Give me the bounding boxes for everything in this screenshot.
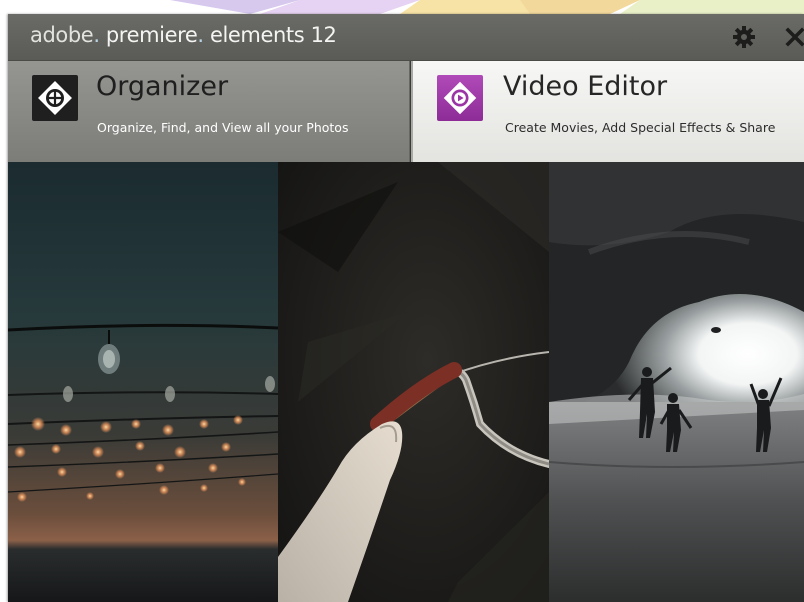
workspace-tabs: Organizer Organize, Find, and View all y… [8, 61, 804, 162]
app-title-suffix: elements 12 [203, 23, 337, 47]
close-icon [785, 27, 804, 47]
tab-organizer[interactable]: Organizer Organize, Find, and View all y… [8, 61, 410, 162]
settings-button[interactable] [730, 23, 758, 51]
organizer-icon [32, 75, 78, 121]
tab-video-editor-subtitle: Create Movies, Add Special Effects & Sha… [505, 120, 776, 135]
tab-organizer-label: Organizer [96, 71, 229, 102]
photo-string-lights [8, 162, 278, 602]
close-button[interactable] [780, 23, 804, 51]
tab-video-editor[interactable]: Video Editor Create Movies, Add Special … [411, 61, 804, 162]
app-title-product: premiere [99, 23, 198, 47]
featured-photos [8, 162, 804, 602]
title-bar: adobe. premiere. elements 12 [8, 14, 804, 61]
tab-organizer-subtitle: Organize, Find, and View all your Photos [97, 120, 349, 135]
gear-icon [733, 26, 755, 48]
app-title: adobe. premiere. elements 12 [30, 23, 337, 47]
photo-bicycle-handlebar [278, 162, 549, 602]
tab-video-editor-label: Video Editor [503, 71, 668, 102]
photo-sea-cave [549, 162, 804, 602]
video-editor-icon [437, 75, 483, 121]
app-title-brand: adobe [30, 23, 94, 47]
premiere-elements-welcome-window: adobe. premiere. elements 12 Organizer O… [8, 14, 804, 602]
